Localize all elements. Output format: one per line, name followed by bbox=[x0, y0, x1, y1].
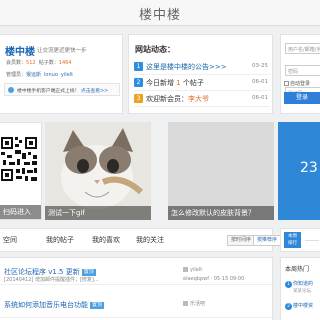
top-header: 楼中楼 bbox=[0, 0, 320, 26]
tab-space[interactable]: 空间 bbox=[3, 235, 17, 245]
gallery-caption: 怎么修改默认的皮肤背景？ bbox=[168, 206, 274, 220]
news-item[interactable]: 2 今日新增 1 个帖子 06-01 bbox=[134, 75, 270, 91]
members-count: 512 bbox=[26, 60, 36, 66]
qr-caption: 扫码进入 bbox=[0, 205, 41, 219]
news-index: 3 bbox=[134, 94, 143, 103]
side-promo-tile[interactable]: 23 bbox=[278, 122, 320, 220]
rank-number: 1 bbox=[285, 281, 292, 288]
username-input[interactable]: 用户名/邮箱/手机 bbox=[285, 43, 320, 54]
divider bbox=[305, 240, 319, 241]
hot-topics: 本周热门 1 你知道的 某某论坛 2 楼中楼资 bbox=[280, 257, 320, 320]
admins-label: 管理员： bbox=[6, 72, 27, 78]
hot-title: 本周热门 bbox=[285, 266, 310, 273]
news-date: 03-25 bbox=[252, 63, 268, 69]
hot-item[interactable]: 1 你知道的 bbox=[285, 280, 313, 288]
site-news-list: 1 这里是楼中楼的公告>>> 03-25 2 今日新增 1 个帖子 06-01 … bbox=[134, 59, 270, 107]
site-news-card: 网站动态： 1 这里是楼中楼的公告>>> 03-25 2 今日新增 1 个帖子 … bbox=[128, 34, 273, 114]
posts-label: 帖子数： bbox=[38, 60, 59, 66]
sort-by-time-button[interactable]: 按时间序 bbox=[227, 235, 256, 246]
post-title[interactable]: 系统如何添加音乐电台功能 置顶 bbox=[4, 300, 105, 310]
gallery-item[interactable]: 怎么修改默认的皮肤背景？ bbox=[168, 122, 274, 220]
post-author[interactable]: 乐活吧 bbox=[183, 300, 205, 307]
sort-by-recommend-button[interactable]: 按推荐序 bbox=[253, 235, 282, 246]
site-news-title: 网站动态： bbox=[135, 45, 175, 54]
rank-badge[interactable]: 本周 排行 bbox=[284, 232, 301, 248]
site-name: 楼中楼 bbox=[5, 47, 35, 58]
tab-my-likes[interactable]: 我的喜欢 bbox=[92, 235, 120, 245]
weekly-rank-bar: 本周 排行 bbox=[280, 228, 320, 252]
news-date: 06-01 bbox=[252, 95, 268, 101]
post-summary: [20140412] 增加邮件提醒插件；[修复]... bbox=[4, 277, 99, 283]
gallery-caption: 测试一下gif bbox=[45, 206, 151, 220]
list-item[interactable]: 系统如何添加音乐电台功能 置顶 乐活吧 bbox=[0, 296, 274, 318]
login-button[interactable]: 登录 bbox=[284, 92, 320, 104]
news-item[interactable]: 1 这里是楼中楼的公告>>> 03-25 bbox=[134, 59, 270, 75]
notice-text: 楼中楼手机客户端正式上线！ 点击查看>> bbox=[17, 89, 109, 94]
news-date: 06-01 bbox=[252, 79, 268, 85]
remember-me[interactable]: 自动登录 bbox=[284, 80, 310, 87]
gallery-item[interactable]: 测试一下gif bbox=[45, 122, 151, 220]
qr-code-tile[interactable]: 扫码进入 bbox=[0, 122, 42, 220]
site-slogan: 让交流更近更快一步 bbox=[37, 48, 87, 54]
user-icon bbox=[183, 267, 188, 272]
pinned-tag: 置顶 bbox=[90, 301, 105, 309]
news-title: 今日新增 1 个帖子 bbox=[146, 79, 204, 87]
news-title: 欢迎新会员：李大爷 bbox=[146, 95, 209, 103]
app-title: 楼中楼 bbox=[138, 8, 181, 23]
site-stats: 会员数：512 帖子数：1464 bbox=[6, 59, 72, 66]
members-label: 会员数： bbox=[6, 60, 27, 66]
notice-bar[interactable]: 楼中楼手机客户端正式上线！ 点击查看>> bbox=[4, 83, 120, 96]
post-meta: elaeqbpwf · 05-15 09:00 bbox=[183, 276, 245, 282]
admin-link[interactable]: 猴运斯 bbox=[26, 72, 41, 78]
side-number: 23 bbox=[300, 160, 318, 176]
password-input[interactable]: 密码 bbox=[285, 65, 320, 76]
qr-code-icon bbox=[0, 135, 38, 195]
hot-item[interactable]: 2 楼中楼资 bbox=[285, 302, 313, 310]
tab-bar: 空间 我的帖子 我的喜欢 我的关注 按时间序 按推荐序 bbox=[0, 228, 282, 252]
user-icon bbox=[183, 301, 188, 306]
admin-link[interactable]: yilelt bbox=[61, 72, 73, 78]
pinned-tag: 置顶 bbox=[81, 268, 96, 276]
list-item[interactable]: 社区论坛程序 v1.5 更新 置顶 [20140412] 增加邮件提醒插件；[修复… bbox=[0, 263, 274, 285]
posts-count: 1464 bbox=[58, 60, 72, 66]
news-index: 2 bbox=[134, 78, 143, 87]
news-index: 1 bbox=[134, 62, 143, 71]
site-info-card: 楼中楼 让交流更近更快一步 会员数：512 帖子数：1464 管理员：猴运斯 lo… bbox=[0, 34, 123, 114]
news-item[interactable]: 3 欢迎新会员：李大爷 06-01 bbox=[134, 91, 270, 107]
tab-my-posts[interactable]: 我的帖子 bbox=[46, 235, 74, 245]
post-list: 社区论坛程序 v1.5 更新 置顶 [20140412] 增加邮件提醒插件；[修复… bbox=[0, 257, 274, 320]
tab-my-follows[interactable]: 我的关注 bbox=[136, 235, 164, 245]
info-icon bbox=[8, 87, 14, 93]
news-title[interactable]: 这里是楼中楼的公告>>> bbox=[146, 62, 227, 72]
notice-link[interactable]: 点击查看>> bbox=[81, 89, 108, 94]
hot-item-sub: 某某论坛 bbox=[293, 289, 311, 294]
admin-link[interactable]: lonuo bbox=[44, 72, 58, 78]
admin-list: 管理员：猴运斯 lonuo yilelt bbox=[6, 71, 76, 78]
rank-number: 2 bbox=[285, 303, 292, 310]
post-author[interactable]: yilelt bbox=[183, 267, 202, 273]
checkbox-icon[interactable] bbox=[284, 81, 289, 86]
